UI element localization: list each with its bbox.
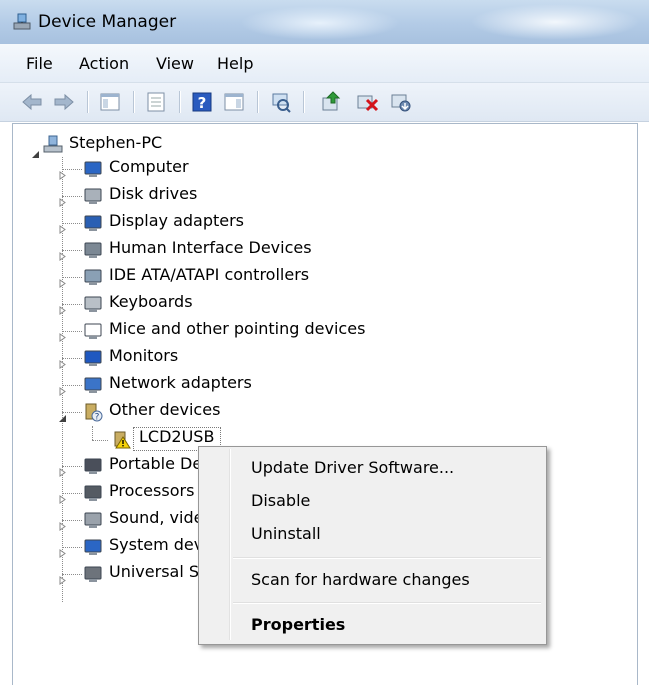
menu-scan-hardware[interactable]: Scan for hardware changes <box>251 570 470 589</box>
tree-item-sound-video[interactable]: Sound, vide <box>109 508 203 527</box>
mouse-icon <box>83 321 103 341</box>
collapse-arrow-icon[interactable] <box>58 408 67 422</box>
monitor-icon <box>83 348 103 368</box>
menu-bar: File Action View Help <box>0 44 649 83</box>
processor-icon <box>83 483 103 503</box>
tree-item-disk-drives[interactable]: Disk drives <box>109 184 197 203</box>
keyboard-icon <box>83 294 103 314</box>
help-icon[interactable]: ? <box>190 90 214 114</box>
tree-item-monitors[interactable]: Monitors <box>109 346 178 365</box>
device-manager-icon <box>12 12 32 32</box>
expand-arrow-icon[interactable] <box>58 219 67 234</box>
portable-device-icon <box>83 456 103 476</box>
expand-arrow-icon[interactable] <box>58 273 67 288</box>
menu-disable[interactable]: Disable <box>251 491 310 510</box>
expand-arrow-icon[interactable] <box>58 570 67 585</box>
show-hide-console-tree-icon[interactable] <box>98 90 122 114</box>
back-icon[interactable] <box>20 90 44 114</box>
tree-item-keyboards[interactable]: Keyboards <box>109 292 193 311</box>
tree-root-label[interactable]: Stephen-PC <box>69 133 162 152</box>
properties-icon[interactable] <box>144 90 168 114</box>
menu-file[interactable]: File <box>26 54 53 73</box>
tree-item-ide-ata-atapi-controllers[interactable]: IDE ATA/ATAPI controllers <box>109 265 309 284</box>
menu-update-driver[interactable]: Update Driver Software... <box>251 458 454 477</box>
tree-item-network-adapters[interactable]: Network adapters <box>109 373 252 392</box>
expand-arrow-icon[interactable] <box>58 462 67 477</box>
scan-hardware-icon[interactable] <box>268 90 292 114</box>
title-bar[interactable]: Device Manager <box>0 0 649 44</box>
update-driver-icon[interactable] <box>319 90 343 114</box>
usb-icon <box>83 564 103 584</box>
tree-item-other-devices[interactable]: Other devices <box>109 400 220 419</box>
menu-action[interactable]: Action <box>79 54 129 73</box>
tree-item-human-interface-devices[interactable]: Human Interface Devices <box>109 238 312 257</box>
context-menu: Update Driver Software... Disable Uninst… <box>198 446 547 645</box>
forward-icon[interactable] <box>52 90 76 114</box>
ide-controller-icon <box>83 267 103 287</box>
expand-arrow-icon[interactable] <box>58 300 67 315</box>
window-title: Device Manager <box>38 12 177 32</box>
unknown-device-warning-icon <box>113 429 133 449</box>
menu-view[interactable]: View <box>156 54 194 73</box>
tree-item-system-devices[interactable]: System dev <box>109 535 203 554</box>
tree-item-display-adapters[interactable]: Display adapters <box>109 211 244 230</box>
expand-arrow-icon[interactable] <box>58 516 67 531</box>
display-adapter-icon <box>83 213 103 233</box>
expand-arrow-icon[interactable] <box>58 192 67 207</box>
disk-drive-icon <box>83 186 103 206</box>
expand-arrow-icon[interactable] <box>58 489 67 504</box>
toolbar: ? <box>0 83 649 122</box>
expand-arrow-icon[interactable] <box>58 246 67 261</box>
tree-item-universal-serial-bus[interactable]: Universal S <box>109 562 199 581</box>
expand-arrow-icon[interactable] <box>58 354 67 369</box>
sound-icon <box>83 510 103 530</box>
action-pane-icon[interactable] <box>222 90 246 114</box>
tree-item-mice[interactable]: Mice and other pointing devices <box>109 319 365 338</box>
tree-item-portable-devices[interactable]: Portable De <box>109 454 202 473</box>
menu-separator <box>233 602 541 604</box>
menu-uninstall[interactable]: Uninstall <box>251 524 321 543</box>
menu-help[interactable]: Help <box>217 54 253 73</box>
expand-arrow-icon[interactable] <box>58 327 67 342</box>
computer-icon <box>83 159 103 179</box>
expand-arrow-icon[interactable] <box>58 165 67 180</box>
svg-text:?: ? <box>95 413 100 423</box>
network-adapter-icon <box>83 375 103 395</box>
hid-icon <box>83 240 103 260</box>
other-devices-icon: ? <box>83 402 103 423</box>
system-device-icon <box>83 537 103 557</box>
computer-root-icon <box>43 134 63 154</box>
svg-text:?: ? <box>198 94 207 112</box>
expand-arrow-icon[interactable] <box>58 381 67 396</box>
tree-item-computer[interactable]: Computer <box>109 157 189 176</box>
uninstall-device-icon[interactable] <box>389 90 413 114</box>
collapse-root-icon[interactable] <box>31 144 40 158</box>
menu-separator <box>233 557 541 559</box>
menu-properties[interactable]: Properties <box>251 615 345 634</box>
expand-arrow-icon[interactable] <box>58 543 67 558</box>
tree-item-processors[interactable]: Processors <box>109 481 194 500</box>
disable-device-icon[interactable] <box>355 90 379 114</box>
